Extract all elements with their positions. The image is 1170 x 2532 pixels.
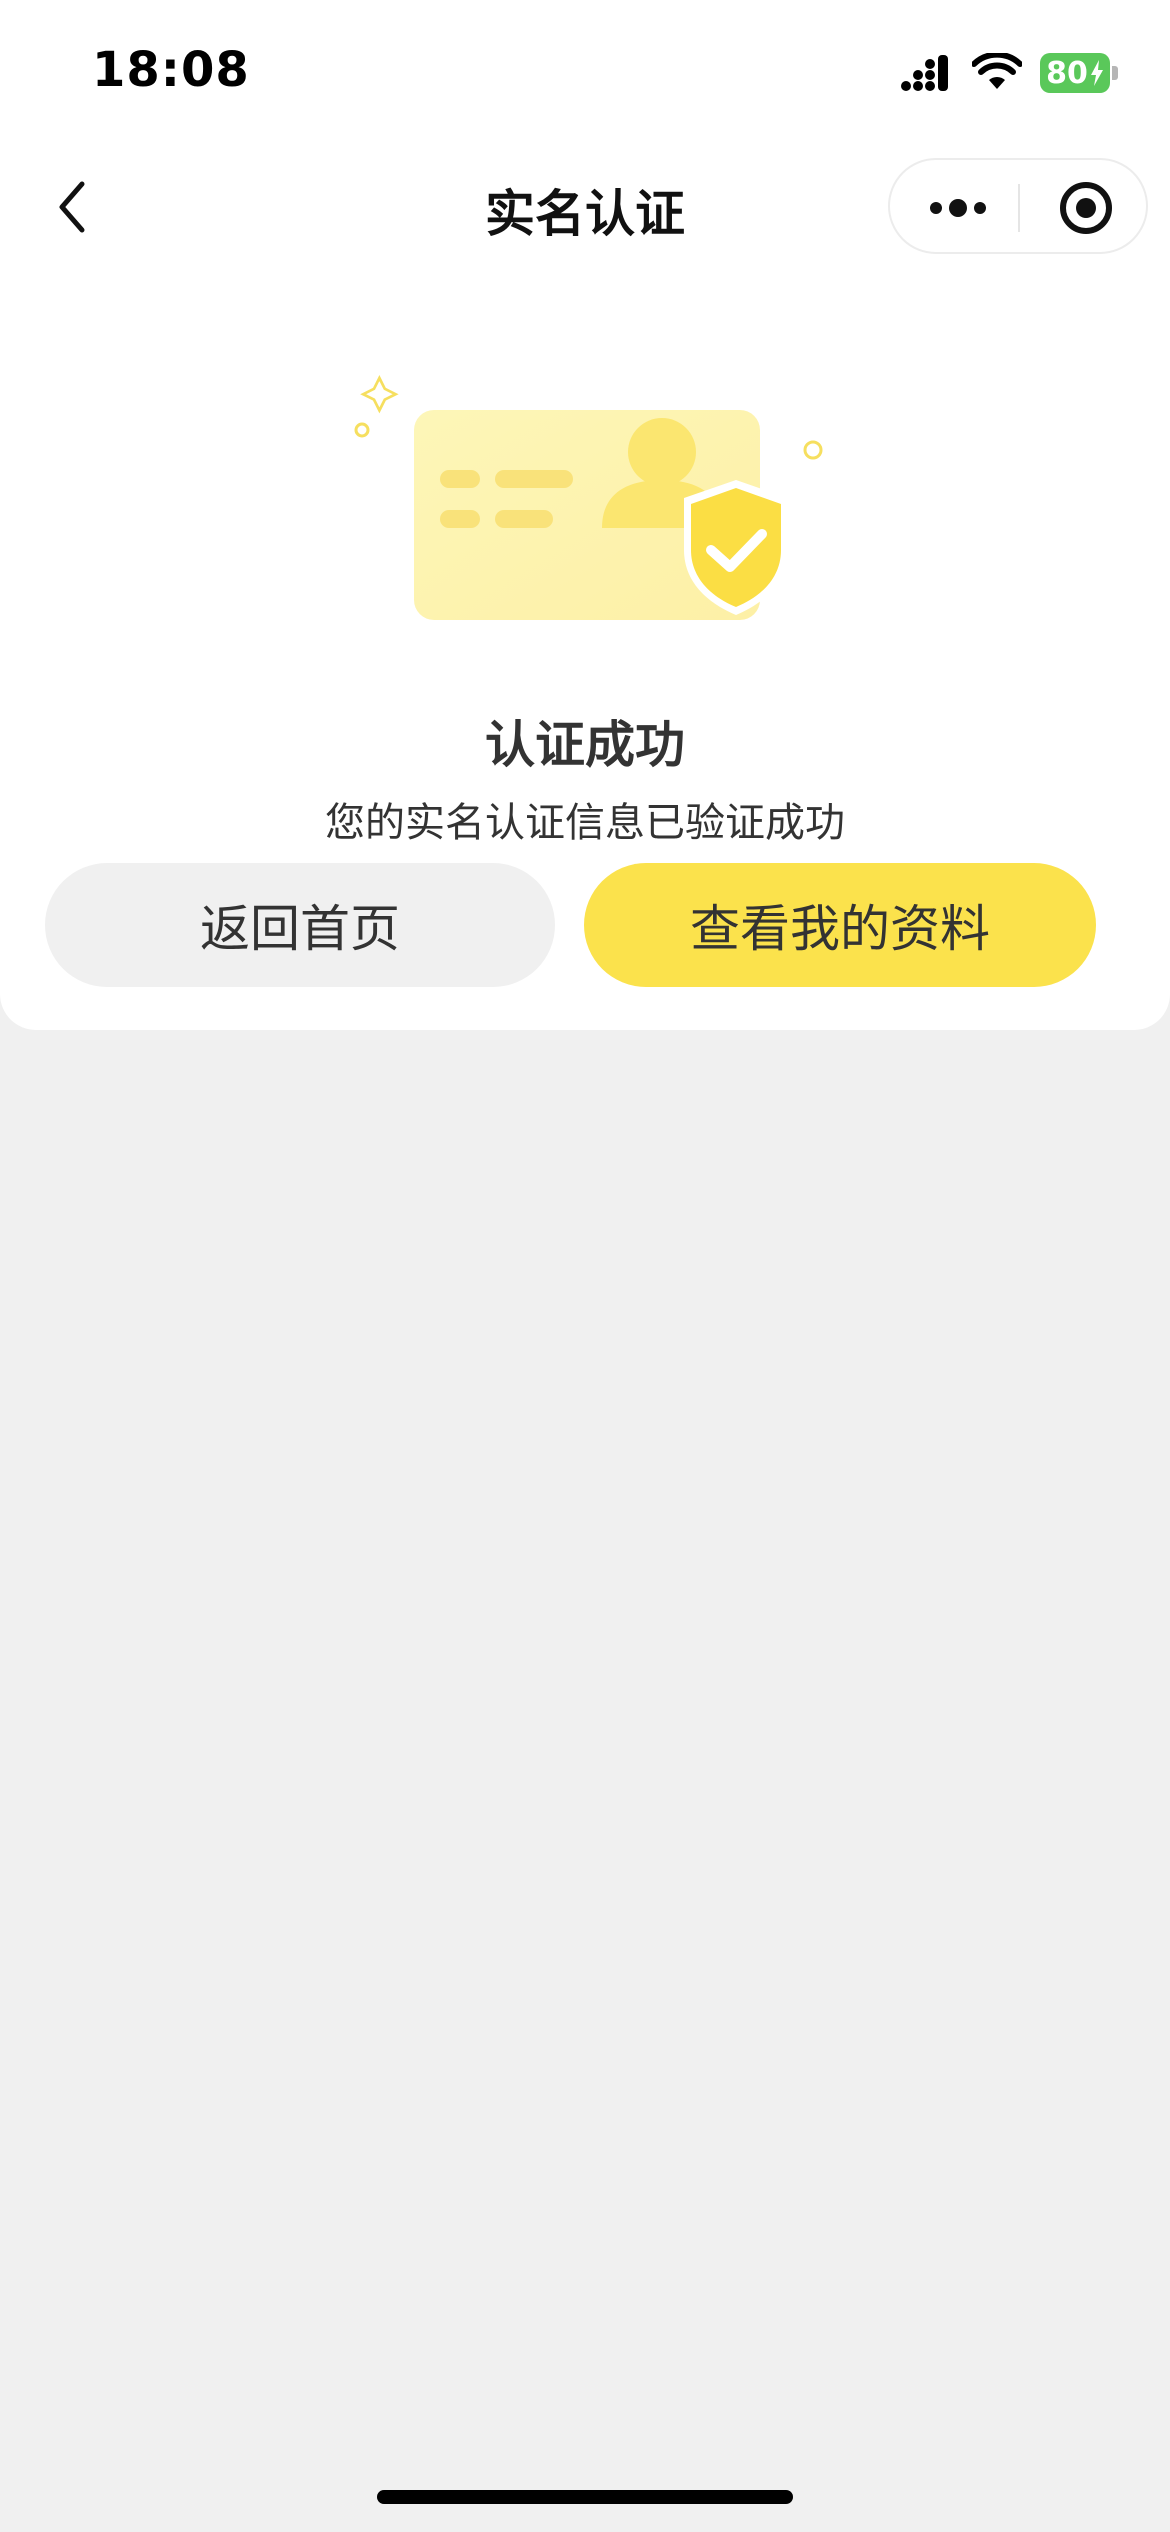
battery-level: 80 [1040,53,1110,93]
back-home-button[interactable]: 返回首页 [45,863,555,987]
status-time: 18:08 [92,42,250,98]
more-icon[interactable] [928,188,988,228]
mini-program-capsule [888,158,1148,254]
view-profile-button[interactable]: 查看我的资料 [584,863,1096,987]
battery-icon: 80 [1040,53,1118,93]
wifi-icon [972,53,1022,89]
id-card-verified-icon [354,374,823,620]
close-mini-program-icon[interactable] [1058,180,1114,236]
status-bar: 18:08 80 [0,0,1170,150]
success-title: 认证成功 [485,716,685,774]
charging-bolt-icon [1090,60,1103,86]
success-subtitle: 您的实名认证信息已验证成功 [325,800,845,846]
capsule-divider [1018,184,1020,232]
result-card: 认证成功 您的实名认证信息已验证成功 返回首页 查看我的资料 [0,265,1170,1030]
status-icons: 80 [900,48,1118,98]
battery-text: 80 [1046,55,1088,91]
battery-cap [1112,66,1118,80]
home-indicator[interactable] [377,2490,793,2504]
signal-icon [901,55,948,91]
navbar: 实名认证 [0,150,1170,265]
